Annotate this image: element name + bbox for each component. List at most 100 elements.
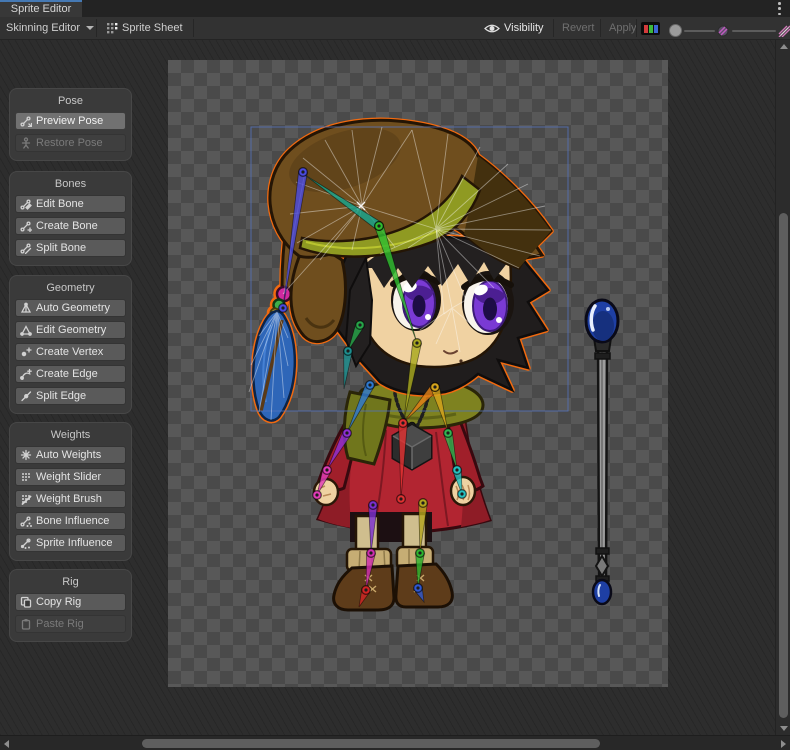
bone-joint-center bbox=[416, 586, 419, 589]
tool-button-label: Restore Pose bbox=[36, 137, 103, 149]
tool-button-label: Bone Influence bbox=[36, 515, 109, 527]
toolbar: Skinning Editor Sprite Sheet Visibility … bbox=[0, 17, 790, 40]
edit-geometry-icon bbox=[20, 324, 32, 336]
tool-group-title: Weights bbox=[10, 428, 131, 442]
auto-geometry-button[interactable]: Auto Geometry bbox=[15, 299, 126, 317]
scroll-left-icon[interactable] bbox=[4, 740, 9, 748]
bone-joint-center bbox=[433, 385, 436, 388]
bone-joint-center bbox=[415, 341, 418, 344]
visibility-button[interactable]: Visibility bbox=[478, 17, 550, 39]
skinning-editor-dropdown[interactable]: Skinning Editor bbox=[0, 17, 100, 39]
create-vertex-icon bbox=[20, 346, 32, 358]
bone[interactable] bbox=[344, 351, 353, 389]
create-edge-icon bbox=[20, 368, 32, 380]
tool-button-label: Create Bone bbox=[36, 220, 98, 232]
bone-joint-center bbox=[369, 551, 372, 554]
sprite-sheet-label: Sprite Sheet bbox=[122, 22, 183, 34]
tool-group-rig: RigCopy RigPaste Rig bbox=[9, 569, 132, 642]
bone-opacity-icon bbox=[717, 25, 729, 37]
tool-button-label: Paste Rig bbox=[36, 618, 84, 630]
preview-pose-button[interactable]: Preview Pose bbox=[15, 112, 126, 130]
revert-button[interactable]: Revert bbox=[556, 17, 600, 39]
scroll-up-icon[interactable] bbox=[780, 44, 788, 49]
tool-button-label: Weight Slider bbox=[36, 471, 101, 483]
scroll-down-icon[interactable] bbox=[780, 726, 788, 731]
tool-group-pose: Pose Preview Pose Restore Pose bbox=[9, 88, 132, 161]
staff-sprite[interactable] bbox=[586, 300, 618, 604]
tab-sprite-editor[interactable]: Sprite Editor bbox=[0, 0, 82, 17]
bone-influence-icon bbox=[20, 515, 32, 527]
bone-opacity-slider-knob[interactable] bbox=[669, 24, 682, 37]
eye-icon bbox=[484, 23, 500, 34]
tool-group-title: Geometry bbox=[10, 281, 131, 295]
auto-weights-button[interactable]: Auto Weights bbox=[15, 446, 126, 464]
bone-joint-center bbox=[377, 224, 380, 227]
preview-pose-icon bbox=[20, 115, 32, 127]
bone-joint-center bbox=[418, 551, 421, 554]
tool-button-label: Edit Bone bbox=[36, 198, 84, 210]
bone-color-swatch[interactable] bbox=[641, 22, 660, 35]
auto-geometry-icon bbox=[20, 302, 32, 314]
tool-group-geometry: Geometry Auto Geometry Edit Geometry Create… bbox=[9, 275, 132, 414]
sprite-stage[interactable] bbox=[168, 60, 668, 687]
sprite-editor-window: Sprite Editor Skinning Editor Sprite She… bbox=[0, 0, 790, 750]
create-edge-button[interactable]: Create Edge bbox=[15, 365, 126, 383]
bone-opacity-slider-track[interactable] bbox=[684, 30, 715, 32]
split-edge-icon bbox=[20, 390, 32, 402]
bone-joint-center bbox=[364, 588, 367, 591]
bone-joint-center bbox=[301, 170, 304, 173]
tool-button-label: Create Edge bbox=[36, 368, 98, 380]
edit-geometry-button[interactable]: Edit Geometry bbox=[15, 321, 126, 339]
horizontal-scrollbar-thumb[interactable] bbox=[142, 739, 600, 748]
vertical-scrollbar[interactable] bbox=[775, 40, 790, 735]
horizontal-scrollbar[interactable] bbox=[0, 735, 790, 750]
tool-button-label: Split Bone bbox=[36, 242, 86, 254]
weight-slider-button[interactable]: Weight Slider bbox=[15, 468, 126, 486]
weight-brush-button[interactable]: Weight Brush bbox=[15, 490, 126, 508]
sprite-sheet-button[interactable]: Sprite Sheet bbox=[100, 17, 189, 39]
create-bone-icon bbox=[20, 220, 32, 232]
vertical-scrollbar-thumb[interactable] bbox=[779, 213, 788, 718]
bone-joint-center bbox=[325, 468, 328, 471]
tool-button-label: Sprite Influence bbox=[36, 537, 112, 549]
tool-button-label: Split Edge bbox=[36, 390, 86, 402]
copy-rig-icon bbox=[20, 596, 32, 608]
tool-button-label: Auto Geometry bbox=[36, 302, 110, 314]
tab-strip: Sprite Editor bbox=[0, 0, 790, 17]
bone-joint-center bbox=[421, 501, 424, 504]
split-edge-button[interactable]: Split Edge bbox=[15, 387, 126, 405]
chevron-down-icon bbox=[86, 26, 94, 30]
auto-weights-icon bbox=[20, 449, 32, 461]
split-bone-icon bbox=[20, 242, 32, 254]
paste-rig-button[interactable]: Paste Rig bbox=[15, 615, 126, 633]
skinning-editor-canvas[interactable]: Pose Preview Pose Restore Pose Bones Edit Bo… bbox=[0, 40, 775, 735]
bone-joint-center bbox=[401, 421, 404, 424]
tool-group-title: Bones bbox=[10, 177, 131, 191]
scroll-right-icon[interactable] bbox=[781, 740, 786, 748]
sprite-influence-icon bbox=[20, 537, 32, 549]
mesh-opacity-slider-track[interactable] bbox=[732, 30, 776, 32]
bone-joint-center bbox=[368, 383, 371, 386]
tool-group-title: Pose bbox=[10, 94, 131, 108]
copy-rig-button[interactable]: Copy Rig bbox=[15, 593, 126, 611]
split-bone-button[interactable]: Split Bone bbox=[15, 239, 126, 257]
mesh-opacity-icon bbox=[778, 25, 790, 37]
create-bone-button[interactable]: Create Bone bbox=[15, 217, 126, 235]
sprite-sheet-icon bbox=[106, 22, 118, 34]
tool-button-label: Edit Geometry bbox=[36, 324, 106, 336]
bone-joint-center bbox=[455, 468, 458, 471]
bone-influence-button[interactable]: Bone Influence bbox=[15, 512, 126, 530]
restore-pose-button[interactable]: Restore Pose bbox=[15, 134, 126, 152]
weight-slider-icon bbox=[20, 471, 32, 483]
create-vertex-button[interactable]: Create Vertex bbox=[15, 343, 126, 361]
edit-bone-icon bbox=[20, 198, 32, 210]
weight-brush-icon bbox=[20, 493, 32, 505]
kebab-menu-icon[interactable] bbox=[778, 2, 782, 15]
edit-bone-button[interactable]: Edit Bone bbox=[15, 195, 126, 213]
tool-group-weights: Weights Auto Weights Weight Slider Weight B… bbox=[9, 422, 132, 561]
paste-rig-icon bbox=[20, 618, 32, 630]
tool-group-bones: Bones Edit Bone Create Bone Split Bone bbox=[9, 171, 132, 266]
bone-joint-center bbox=[460, 492, 463, 495]
restore-pose-icon bbox=[20, 137, 32, 149]
sprite-influence-button[interactable]: Sprite Influence bbox=[15, 534, 126, 552]
